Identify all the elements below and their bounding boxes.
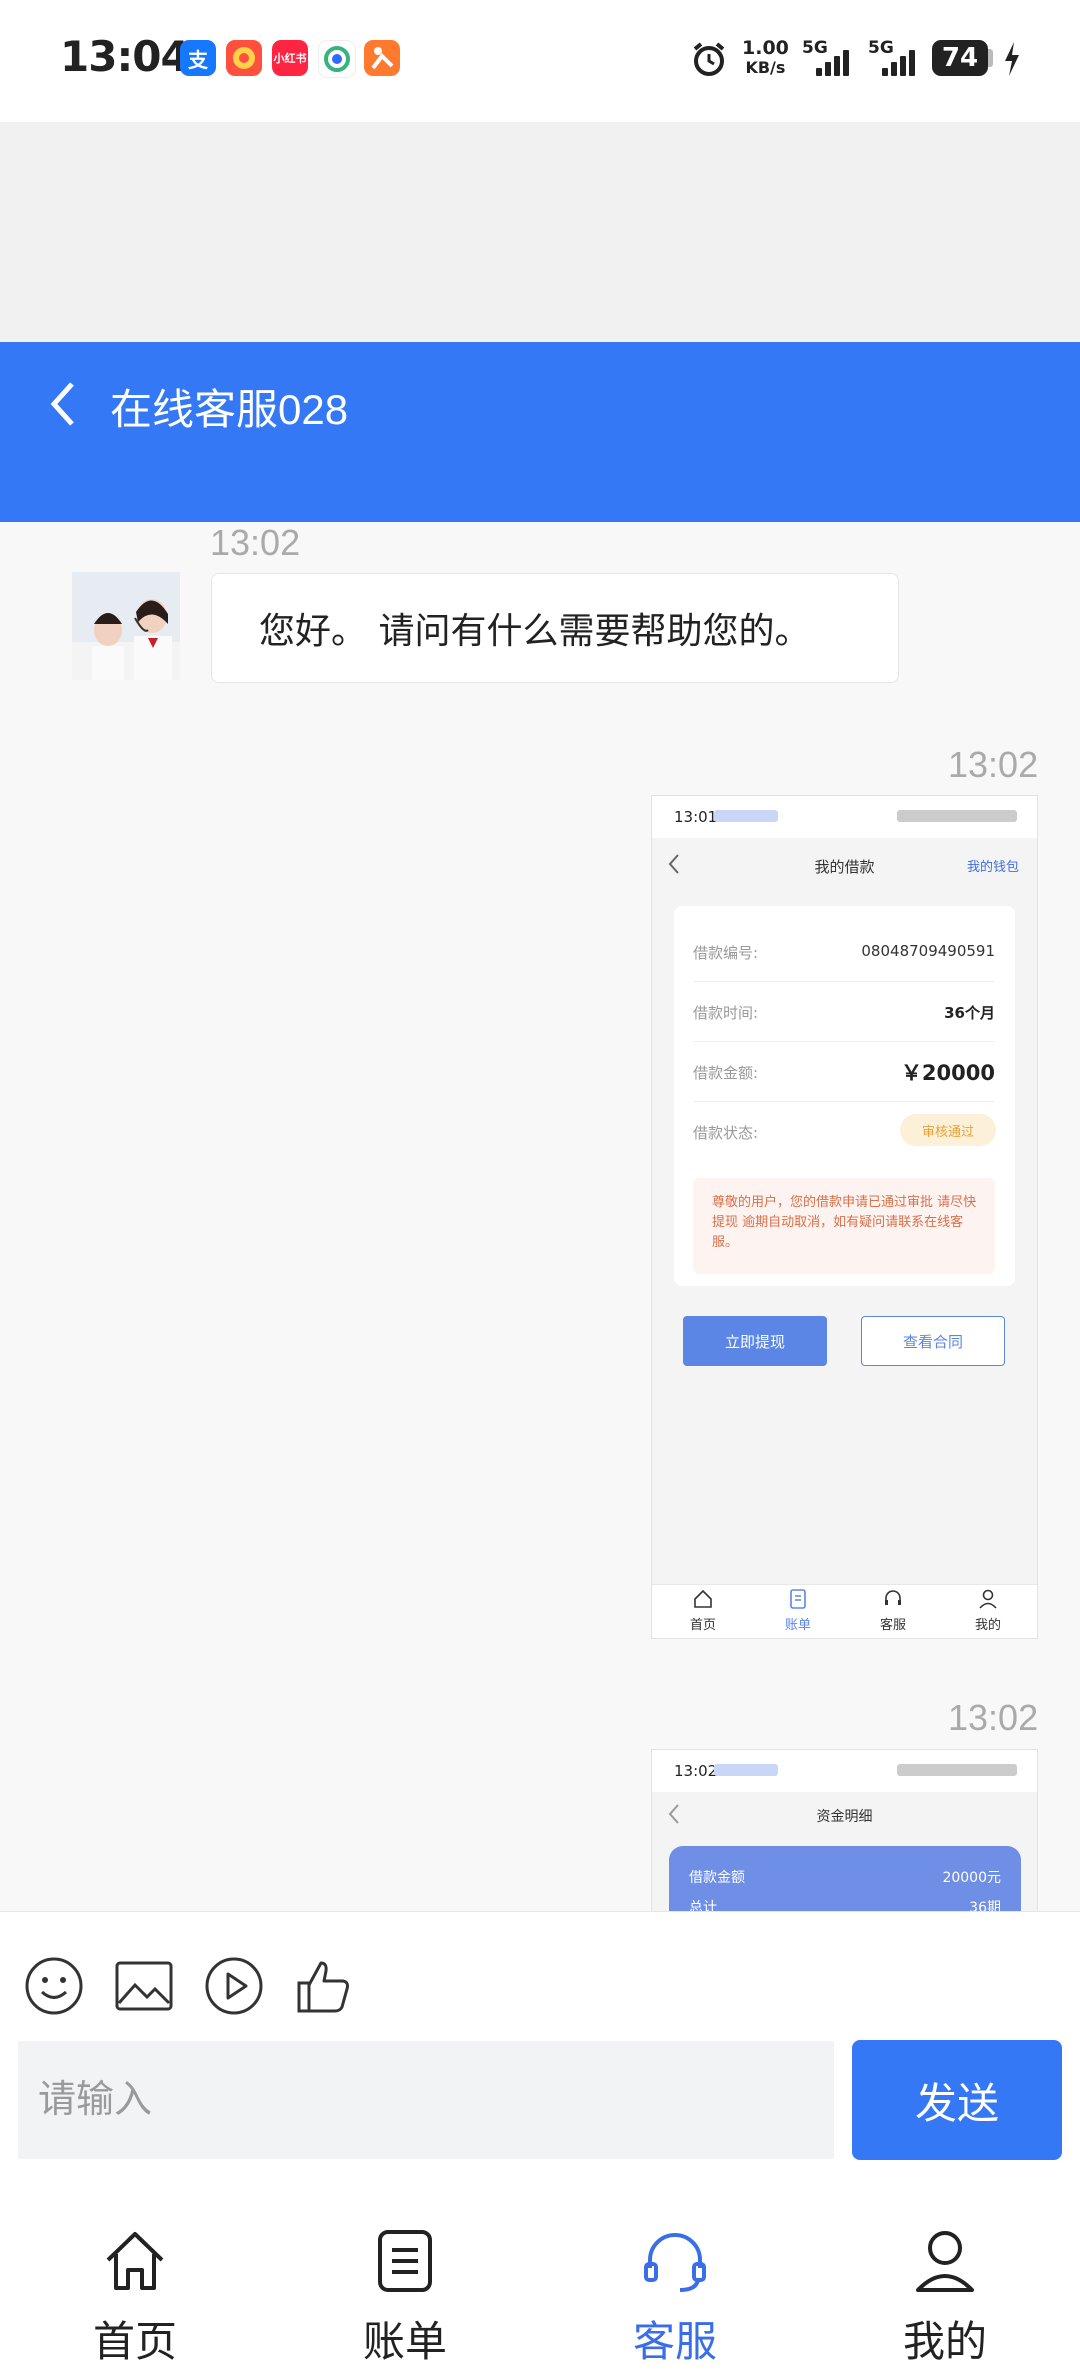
- emoji-icon: [25, 1957, 83, 2015]
- thumb-withdraw-button: 立即提现: [683, 1316, 827, 1366]
- thumb-tab-service: 客服: [878, 1588, 908, 1633]
- charging-icon: [1003, 42, 1021, 80]
- page-title: 在线客服028: [110, 386, 349, 433]
- tab-service-label: 客服: [632, 2318, 717, 2365]
- like-button[interactable]: [293, 1955, 355, 2017]
- message-time: 13:02: [948, 744, 1039, 785]
- back-arrow-icon: [50, 382, 74, 426]
- bill-icon: [378, 2230, 432, 2292]
- play-icon: [205, 1957, 263, 2015]
- user-icon: [916, 2231, 974, 2292]
- alarm-icon: [690, 40, 728, 82]
- image-message-funds-screenshot[interactable]: 13:02 资金明细 借款金额 20000元 总计 36期: [651, 1749, 1038, 1913]
- thumb-value: 36个月: [944, 1004, 995, 1022]
- tab-mine-label: 我的: [902, 2318, 987, 2365]
- message-time: 13:02: [210, 522, 301, 563]
- camera-app-icon: [318, 40, 356, 78]
- battery-tip: [988, 49, 993, 67]
- thumb-card-value: 20000元: [942, 1870, 1001, 1886]
- thumb-time: 13:02: [674, 1762, 718, 1780]
- message-input[interactable]: [18, 2041, 834, 2159]
- thumb-status-badge: 审核通过: [900, 1114, 996, 1146]
- thumb-contract-button: 查看合同: [861, 1316, 1005, 1366]
- image-button[interactable]: [113, 1955, 175, 2017]
- thumb-nav-right: 我的钱包: [967, 860, 1020, 875]
- message-bubble-received[interactable]: 您好。 请问有什么需要帮助您的。: [211, 573, 899, 683]
- thumb-tab-home: 首页: [688, 1588, 718, 1633]
- thumb-status-right: [897, 810, 1017, 822]
- tab-service[interactable]: 客服: [575, 2226, 775, 2376]
- emoji-button[interactable]: [23, 1955, 85, 2017]
- tab-bill[interactable]: 账单: [305, 2226, 505, 2376]
- taobao-special-icon: [226, 40, 262, 76]
- thumb-label: 借款状态:: [693, 1124, 759, 1142]
- message-text: 您好。 请问有什么需要帮助您的。: [259, 611, 811, 652]
- thumb-value: ￥20000: [900, 1061, 995, 1085]
- back-button[interactable]: [40, 376, 90, 432]
- tab-bill-label: 账单: [362, 2318, 447, 2365]
- thumb-tab-bill: 账单: [783, 1588, 813, 1633]
- video-button[interactable]: [203, 1955, 265, 2017]
- battery-indicator: 74: [932, 40, 988, 76]
- thumb-time: 13:01: [674, 808, 718, 826]
- thumb-status-icons: [714, 1764, 778, 1776]
- thumb-tab-mine: 我的: [973, 1588, 1003, 1633]
- image-icon: [115, 1961, 173, 2011]
- xiaohongshu-icon: 小红书: [272, 40, 308, 76]
- home-icon: [106, 2232, 164, 2290]
- alipay-icon: 支: [180, 40, 216, 76]
- top-spacer: [0, 122, 1080, 342]
- network-speed: 1.00 KB/s: [742, 37, 789, 77]
- tab-home-label: 首页: [92, 2318, 177, 2365]
- thumb-status-icons: [714, 810, 778, 822]
- image-message-loan-screenshot[interactable]: 13:01 我的借款 我的钱包 借款编号: 08048709490591 借款时…: [651, 795, 1038, 1639]
- thumb-notice: 尊敬的用户，您的借款申请已通过审批 请尽快提现 逾期自动取消，如有疑问请联系在线…: [712, 1195, 977, 1250]
- signal-1-bars: [816, 46, 856, 76]
- orange-app-icon: [364, 40, 400, 76]
- status-time: 13:04: [60, 32, 190, 81]
- thumbs-up-icon: [297, 1961, 349, 2013]
- message-time: 13:02: [948, 1697, 1039, 1738]
- agent-avatar[interactable]: [72, 572, 180, 680]
- headset-icon: [644, 2233, 706, 2292]
- tab-mine[interactable]: 我的: [845, 2226, 1045, 2376]
- thumb-value: 08048709490591: [861, 942, 995, 960]
- thumb-nav-title: 资金明细: [816, 1809, 873, 1825]
- thumb-status-right: [897, 1764, 1017, 1776]
- tab-home[interactable]: 首页: [35, 2226, 235, 2376]
- signal-2-bars: [882, 46, 922, 76]
- send-button[interactable]: 发送: [852, 2040, 1062, 2160]
